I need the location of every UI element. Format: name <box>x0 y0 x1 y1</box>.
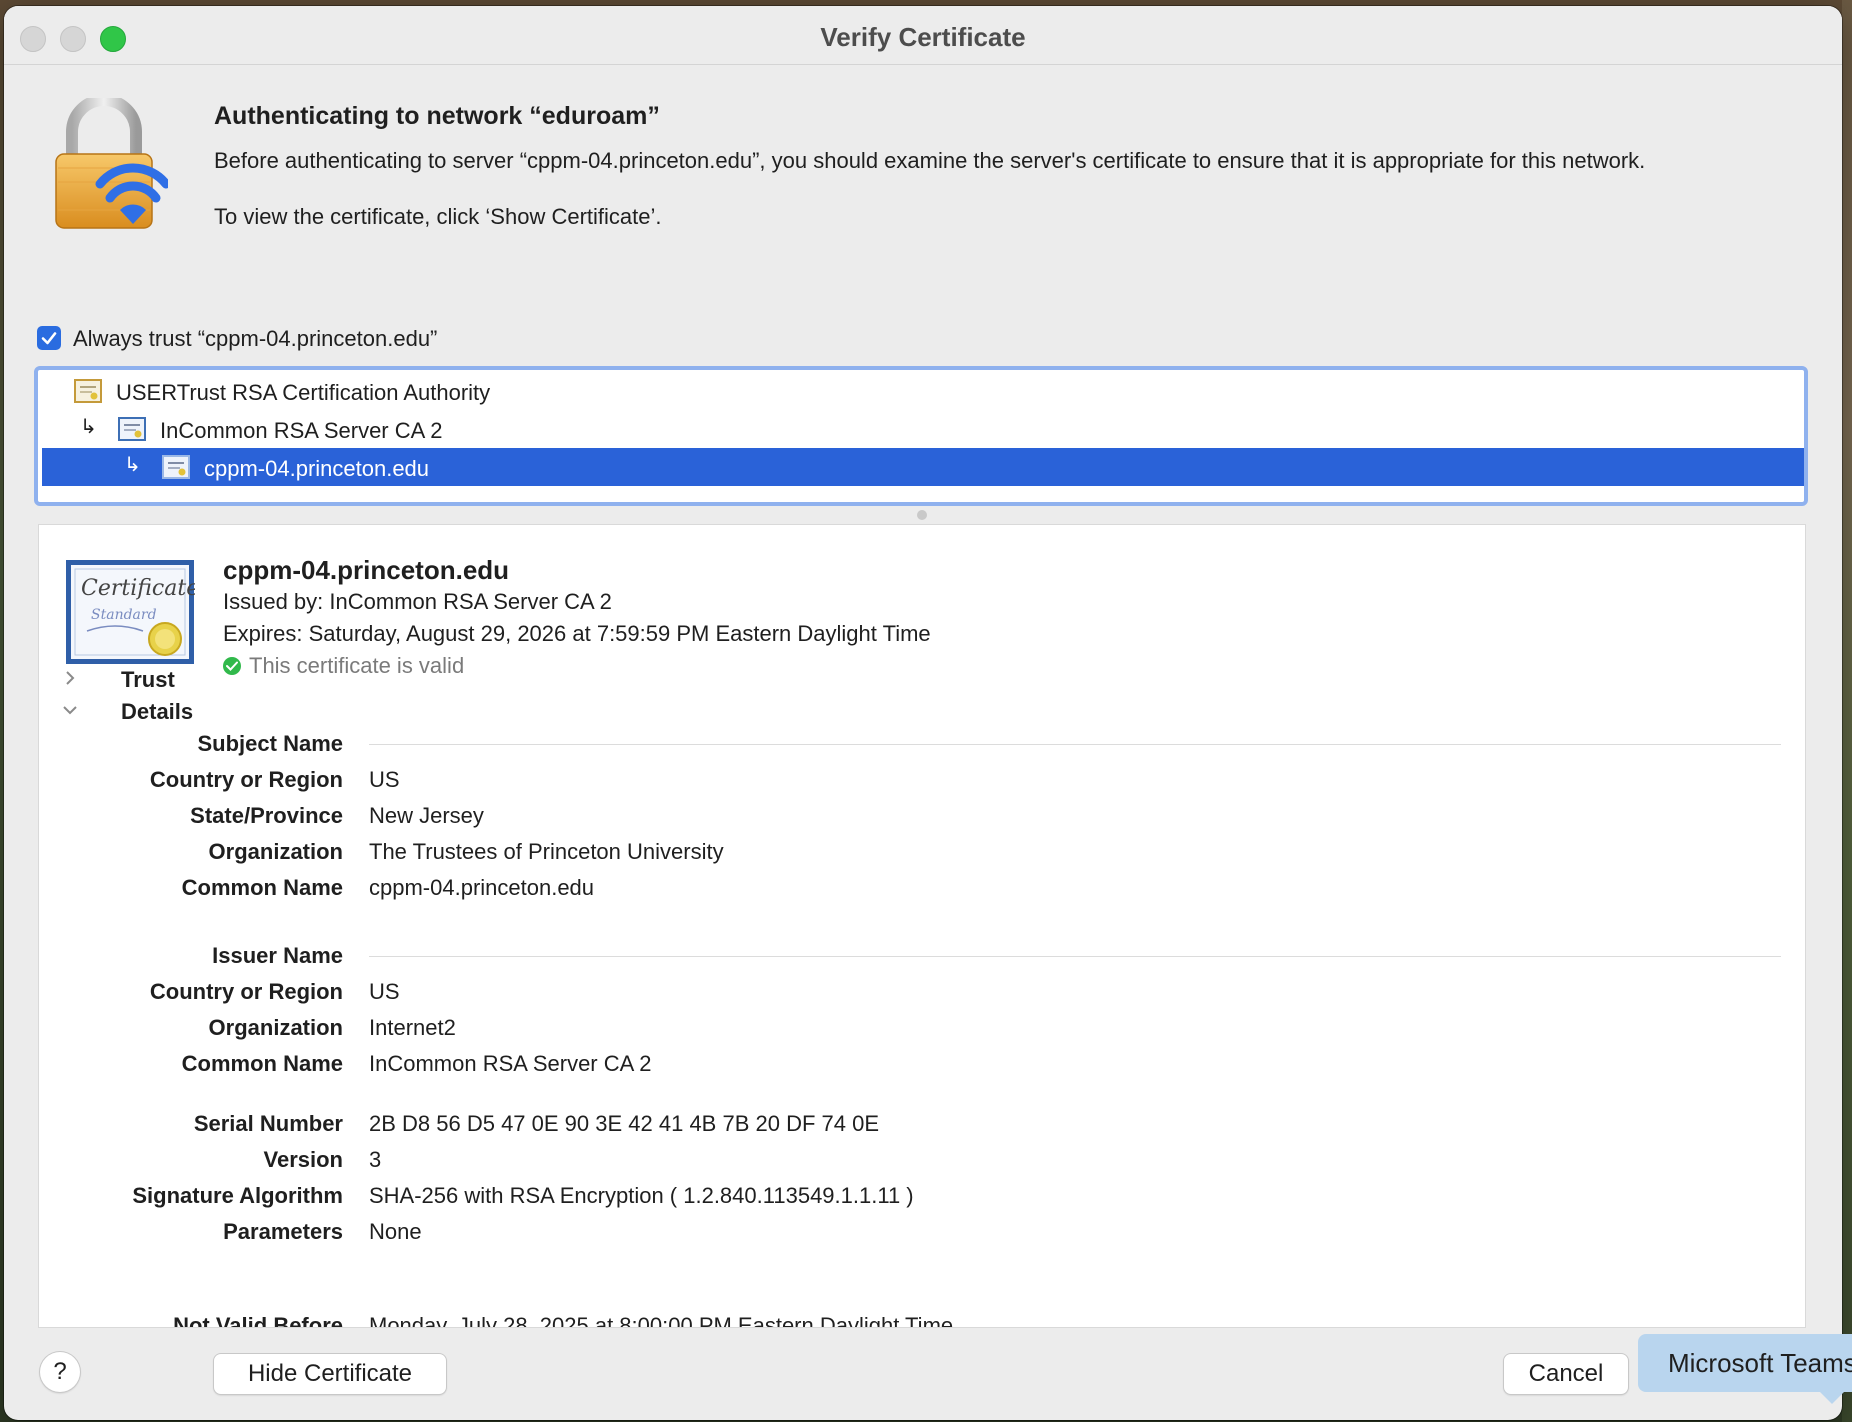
certificate-icon <box>74 379 102 403</box>
not-valid-before-value: Monday, July 28, 2025 at 8:00:00 PM East… <box>369 1313 954 1328</box>
chain-item-leaf[interactable]: ↳ cppm-04.princeton.edu <box>42 448 1804 486</box>
signature-algorithm-value: SHA-256 with RSA Encryption ( 1.2.840.11… <box>369 1183 914 1208</box>
always-trust-checkbox[interactable] <box>37 326 61 350</box>
certificate-chain-list[interactable]: USERTrust RSA Certification Authority ↳ … <box>34 366 1808 506</box>
chevron-down-icon <box>63 706 77 715</box>
verify-certificate-dialog: Verify Certificate Authenticating to net… <box>4 6 1842 1420</box>
field-label: Common Name <box>181 1051 343 1076</box>
window-title: Verify Certificate <box>820 22 1026 52</box>
field-value: cppm-04.princeton.edu <box>369 875 595 900</box>
dialog-button-bar: ? Hide Certificate Cancel <box>4 1328 1842 1420</box>
cancel-button[interactable]: Cancel <box>1504 1354 1628 1394</box>
certificate-icon <box>118 417 146 441</box>
certificate-standard-icon: Certificate Standard <box>66 560 195 664</box>
certificate-status-text: This certificate is valid <box>249 653 465 678</box>
subject-name-header: Subject Name <box>197 731 344 756</box>
certificate-expiry: Expires: Saturday, August 29, 2026 at 7:… <box>223 621 931 646</box>
desktop-background <box>1842 0 1852 1422</box>
field-value: US <box>369 979 400 1004</box>
chain-item-intermediate[interactable]: ↳ InCommon RSA Server CA 2 <box>42 410 1804 448</box>
certificate-detail-pane[interactable]: Certificate Standard cppm-04.princeton.e… <box>38 524 1806 1328</box>
section-divider <box>369 956 1781 957</box>
tooltip-pointer <box>1818 1390 1846 1404</box>
always-trust-label[interactable]: Always trust “cppm-04.princeton.edu” <box>73 326 437 352</box>
chain-item-root[interactable]: USERTrust RSA Certification Authority <box>42 372 1804 410</box>
serial-number-value: 2B D8 56 D5 47 0E 90 3E 42 41 4B 7B 20 D… <box>369 1111 880 1136</box>
certificate-name: cppm-04.princeton.edu <box>223 555 510 585</box>
auth-hint: To view the certificate, click ‘Show Cer… <box>214 204 662 229</box>
field-value: Internet2 <box>369 1015 456 1040</box>
section-divider <box>369 744 1781 745</box>
field-label: Organization <box>208 839 343 864</box>
field-label: Organization <box>208 1015 343 1040</box>
hide-certificate-button[interactable]: Hide Certificate <box>214 1354 446 1394</box>
certificate-issuer: Issued by: InCommon RSA Server CA 2 <box>223 589 612 614</box>
chain-item-label: cppm-04.princeton.edu <box>204 456 430 481</box>
field-label: State/Province <box>190 803 343 828</box>
svg-text:Certificate: Certificate <box>81 576 195 601</box>
auth-description: Before authenticating to server “cppm-04… <box>214 148 1646 173</box>
field-value: InCommon RSA Server CA 2 <box>369 1051 652 1076</box>
version-value: 3 <box>369 1147 382 1172</box>
details-section-label: Details <box>121 699 194 724</box>
field-label: Not Valid Before <box>173 1313 343 1328</box>
checkmark-icon <box>41 332 57 345</box>
microsoft-teams-tooltip: Microsoft Teams <box>1638 1334 1852 1392</box>
field-label: Country or Region <box>149 767 343 792</box>
auth-heading: Authenticating to network “eduroam” <box>214 102 660 130</box>
pane-splitter-handle[interactable] <box>917 510 927 520</box>
certificate-status: This certificate is valid <box>223 653 464 679</box>
tree-branch-icon: ↳ <box>124 454 141 476</box>
field-label: Serial Number <box>193 1111 343 1136</box>
chevron-right-icon <box>66 671 75 685</box>
issuer-name-header: Issuer Name <box>212 943 343 968</box>
title-bar: Verify Certificate <box>4 6 1842 65</box>
field-label: Parameters <box>223 1219 343 1244</box>
field-value: The Trustees of Princeton University <box>369 839 724 864</box>
tree-branch-icon: ↳ <box>80 416 97 438</box>
field-value: US <box>369 767 400 792</box>
field-label: Version <box>263 1147 343 1172</box>
trust-section-label: Trust <box>121 667 175 692</box>
parameters-value: None <box>369 1219 422 1244</box>
chain-item-label: USERTrust RSA Certification Authority <box>116 380 491 405</box>
field-label: Signature Algorithm <box>132 1183 343 1208</box>
field-label: Country or Region <box>149 979 343 1004</box>
wifi-lock-icon <box>55 98 168 229</box>
field-label: Common Name <box>181 875 343 900</box>
field-value: New Jersey <box>369 803 484 828</box>
help-button[interactable]: ? <box>40 1352 80 1392</box>
valid-check-icon <box>223 657 241 675</box>
chain-item-label: InCommon RSA Server CA 2 <box>160 418 443 443</box>
svg-text:Standard: Standard <box>91 607 157 623</box>
certificate-icon <box>162 455 190 479</box>
